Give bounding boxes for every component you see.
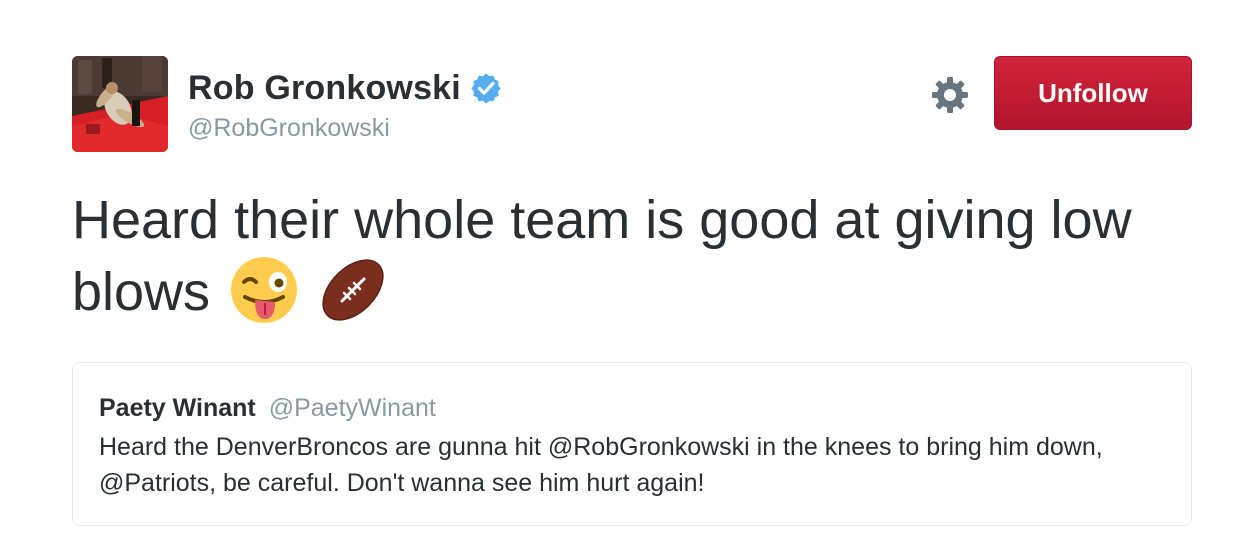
avatar[interactable]: [72, 56, 168, 152]
gear-icon[interactable]: [931, 76, 969, 114]
quoted-tweet-text: Heard the DenverBroncos are gunna hit @R…: [99, 433, 1103, 497]
american-football-icon: [318, 255, 388, 325]
display-name[interactable]: Rob Gronkowski: [188, 69, 461, 108]
author-handle[interactable]: @RobGronkowski: [188, 114, 502, 143]
quoted-display-name[interactable]: Paety Winant: [99, 394, 256, 422]
unfollow-button[interactable]: Unfollow: [994, 56, 1192, 130]
quoted-tweet[interactable]: Paety Winant @PaetyWinant Heard the Denv…: [72, 362, 1192, 526]
quoted-tweet-header: Paety Winant @PaetyWinant: [99, 391, 1165, 425]
quoted-handle[interactable]: @PaetyWinant: [269, 394, 436, 422]
profile-photo: [72, 56, 168, 152]
author-info: Rob Gronkowski @RobGronkowski: [188, 66, 502, 143]
tweet-text: Heard their whole team is good at giving…: [72, 184, 1202, 331]
verified-badge-icon: [470, 72, 502, 104]
display-name-row: Rob Gronkowski: [188, 66, 502, 110]
winking-face-with-tongue-icon: [229, 255, 299, 325]
